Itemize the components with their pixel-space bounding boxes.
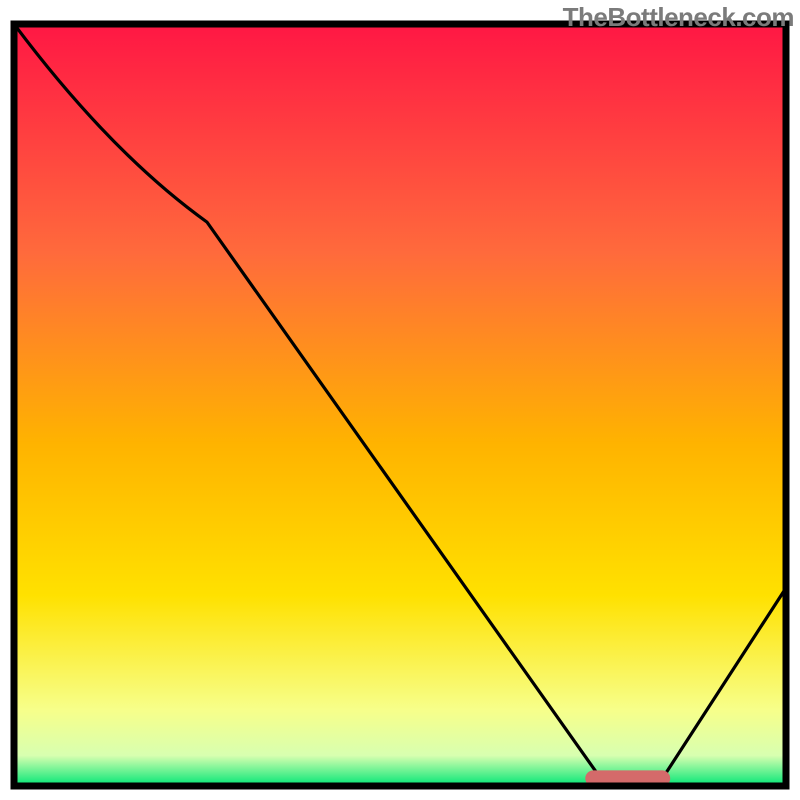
chart-stage: TheBottleneck.com <box>0 0 800 800</box>
watermark-label: TheBottleneck.com <box>563 2 794 33</box>
plot-background-gradient <box>14 24 786 786</box>
bottleneck-chart <box>0 0 800 800</box>
